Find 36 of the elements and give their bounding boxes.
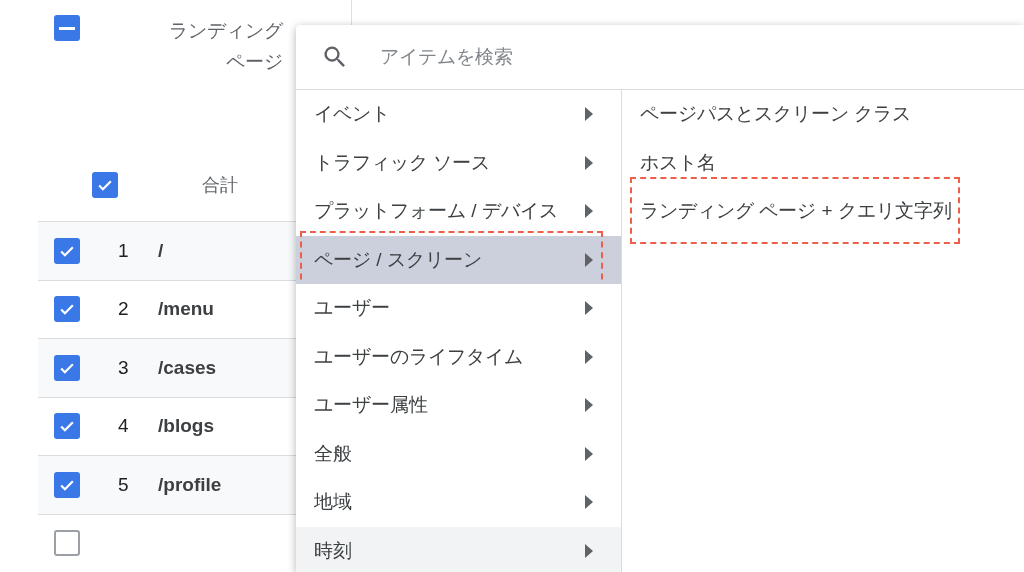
caret-icon — [585, 252, 593, 267]
option-item[interactable]: ページパスとスクリーン クラス — [640, 103, 912, 124]
caret-icon — [585, 301, 593, 316]
checkbox[interactable] — [54, 413, 80, 440]
checkbox[interactable] — [54, 354, 80, 381]
column-header[interactable]: ランディングページ — [167, 15, 283, 77]
checkbox[interactable] — [92, 172, 118, 199]
page-path: /menu — [158, 297, 214, 321]
caret-icon — [585, 543, 593, 558]
checkbox[interactable] — [54, 296, 80, 323]
caret-icon — [585, 495, 593, 510]
page-path: /profile — [158, 472, 222, 497]
caret-icon — [585, 446, 593, 461]
search-field[interactable]: アイテムを検索 — [380, 42, 1024, 72]
page-path: / — [158, 238, 164, 263]
page-path: /blogs — [158, 414, 214, 438]
dash-icon — [59, 26, 75, 30]
row-number: 1 — [118, 238, 130, 263]
checkbox[interactable] — [54, 237, 80, 264]
checkbox[interactable] — [54, 530, 80, 557]
row-number: 5 — [118, 472, 130, 497]
option-item[interactable]: ホスト名 — [640, 151, 716, 173]
caret-icon — [585, 107, 593, 122]
checkbox[interactable] — [54, 15, 80, 41]
category-item[interactable]: 時刻 — [296, 526, 621, 572]
caret-icon — [585, 204, 593, 219]
option-item[interactable]: ランディング ページ + クエリ文字列 — [640, 200, 952, 221]
row-number: 2 — [118, 297, 130, 321]
caret-icon — [585, 398, 593, 413]
checkbox[interactable] — [54, 471, 80, 498]
total-label: 合計 — [202, 173, 238, 197]
caret-icon — [585, 349, 593, 364]
row-number: 4 — [118, 414, 130, 438]
row-number: 3 — [118, 355, 130, 380]
caret-icon — [585, 155, 593, 170]
page-path: /cases — [158, 355, 217, 380]
